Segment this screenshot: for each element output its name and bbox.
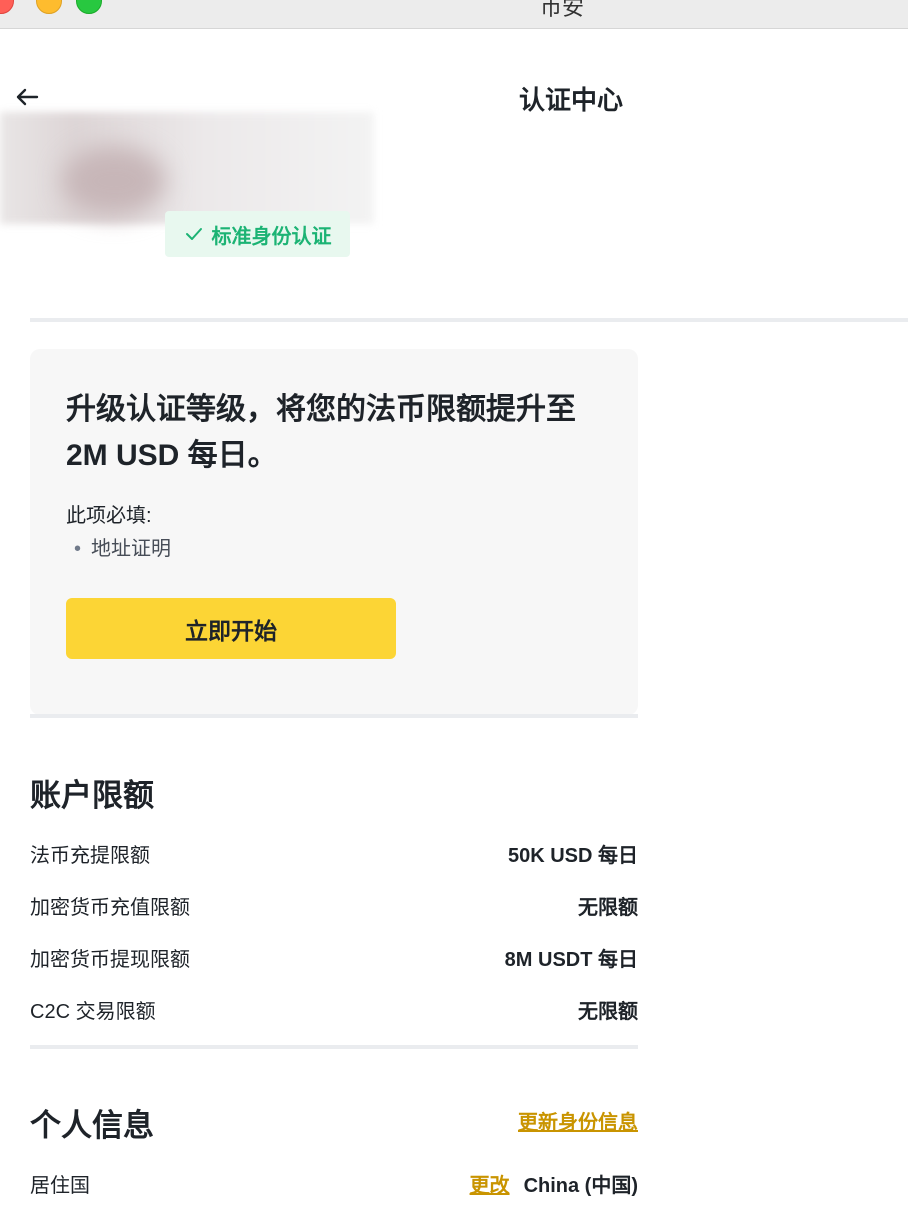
verification-badge: 标准身份认证 xyxy=(165,211,350,257)
required-label: 此项必填: xyxy=(66,505,152,527)
limit-row: 法币充提限额 50K USD 每日 xyxy=(30,838,638,868)
residence-value: China (中国) xyxy=(523,1174,638,1197)
limits-section-title: 账户限额 xyxy=(30,778,154,813)
minimize-window-button[interactable] xyxy=(36,0,62,14)
limit-value: 无限额 xyxy=(578,1000,638,1023)
zoom-window-button[interactable] xyxy=(76,0,102,14)
residence-value-group: 更改 China (中国) xyxy=(470,1169,638,1198)
limit-label: 加密货币提现限额 xyxy=(30,948,190,971)
badge-label: 标准身份认证 xyxy=(211,225,332,248)
update-identity-link[interactable]: 更新身份信息 xyxy=(518,1106,638,1135)
upgrade-card-title: 升级认证等级，将您的法币限额提升至 2M USD 每日。 xyxy=(66,393,576,472)
bullet-icon: • xyxy=(74,538,82,560)
profile-info-blurred xyxy=(0,112,374,224)
upgrade-card: 升级认证等级，将您的法币限额提升至 2M USD 每日。 此项必填: • 地址证明… xyxy=(30,349,638,715)
personal-section-title: 个人信息 xyxy=(30,1108,154,1143)
divider xyxy=(30,1045,638,1049)
residence-label: 居住国 xyxy=(30,1174,90,1197)
check-icon xyxy=(185,228,202,240)
limit-label: 法币充提限额 xyxy=(30,844,150,867)
change-residence-link[interactable]: 更改 xyxy=(470,1169,510,1198)
limit-value: 50K USD 每日 xyxy=(507,844,638,867)
required-item-label: 地址证明 xyxy=(91,538,172,560)
limit-row: 加密货币充值限额 无限额 xyxy=(30,890,638,920)
start-now-button[interactable]: 立即开始 xyxy=(66,598,396,659)
divider xyxy=(30,318,908,322)
window-titlebar: 币安 xyxy=(0,0,908,29)
required-item: • 地址证明 xyxy=(74,532,171,561)
window-title: 币安 xyxy=(540,0,585,20)
limit-row: C2C 交易限额 无限额 xyxy=(30,994,638,1024)
residence-row: 居住国 更改 China (中国) xyxy=(30,1168,638,1198)
close-window-button[interactable] xyxy=(0,0,14,14)
limit-row: 加密货币提现限额 8M USDT 每日 xyxy=(30,942,638,972)
limit-value: 8M USDT 每日 xyxy=(504,948,638,971)
avatar xyxy=(62,146,166,216)
divider xyxy=(30,714,638,718)
limit-label: 加密货币充值限额 xyxy=(30,896,190,919)
limit-label: C2C 交易限额 xyxy=(30,1000,156,1023)
limit-value: 无限额 xyxy=(578,896,638,919)
